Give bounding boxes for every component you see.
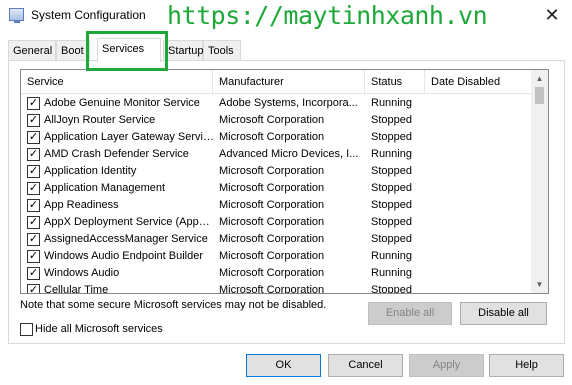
column-header-service[interactable]: Service	[21, 70, 213, 94]
service-row[interactable]: ✓ Cellular Time Microsoft Corporation Stopp…	[21, 282, 533, 294]
tab-boot[interactable]: Boot	[56, 40, 90, 61]
service-checkbox[interactable]: ✓	[27, 131, 40, 144]
service-name: Windows Audio	[44, 267, 120, 279]
service-name: AppX Deployment Service (AppX...	[44, 216, 214, 228]
service-status: Stopped	[371, 182, 412, 194]
service-status: Stopped	[371, 233, 412, 245]
vertical-scrollbar[interactable]: ▲ ▼	[531, 70, 548, 293]
scroll-up-icon[interactable]: ▲	[531, 70, 548, 87]
service-rows: ✓ Adobe Genuine Monitor Service Adobe Syst…	[21, 95, 533, 294]
title-bar: System Configuration https://maytinhxanh…	[0, 0, 572, 32]
column-header-manufacturer[interactable]: Manufacturer	[213, 70, 365, 94]
service-checkbox[interactable]: ✓	[27, 148, 40, 161]
service-manufacturer: Microsoft Corporation	[219, 182, 325, 194]
tab-services[interactable]: Services	[97, 38, 161, 62]
close-button[interactable]: ✕	[540, 4, 564, 26]
service-name: Windows Audio Endpoint Builder	[44, 250, 203, 262]
service-name: AllJoyn Router Service	[44, 114, 156, 126]
service-status: Stopped	[371, 216, 412, 228]
service-name: AMD Crash Defender Service	[44, 148, 189, 160]
msconfig-icon	[9, 8, 24, 23]
service-row[interactable]: ✓ AssignedAccessManager Service Microsoft …	[21, 231, 533, 248]
service-row[interactable]: ✓ AllJoyn Router Service Microsoft Corpora…	[21, 112, 533, 129]
service-manufacturer: Microsoft Corporation	[219, 284, 325, 294]
service-row[interactable]: ✓ Application Management Microsoft Corpora…	[21, 180, 533, 197]
service-name: Application Layer Gateway Service	[44, 131, 214, 143]
service-row[interactable]: ✓ AppX Deployment Service (AppX... Microso…	[21, 214, 533, 231]
service-checkbox[interactable]: ✓	[27, 233, 40, 246]
help-button[interactable]: Help	[489, 354, 564, 377]
tab-tools[interactable]: Tools	[203, 40, 241, 61]
service-row[interactable]: ✓ Adobe Genuine Monitor Service Adobe Syst…	[21, 95, 533, 112]
tab-startup[interactable]: Startup	[163, 40, 203, 61]
service-row[interactable]: ✓ Windows Audio Endpoint Builder Microsoft…	[21, 248, 533, 265]
service-manufacturer: Microsoft Corporation	[219, 114, 325, 126]
service-manufacturer: Adobe Systems, Incorpora...	[219, 97, 358, 109]
cancel-button[interactable]: Cancel	[328, 354, 403, 377]
hide-ms-services-checkbox[interactable]	[20, 323, 33, 336]
service-manufacturer: Microsoft Corporation	[219, 165, 325, 177]
service-checkbox[interactable]: ✓	[27, 165, 40, 178]
service-checkbox[interactable]: ✓	[27, 97, 40, 110]
service-manufacturer: Advanced Micro Devices, I...	[219, 148, 359, 160]
service-row[interactable]: ✓ Application Layer Gateway Service Micros…	[21, 129, 533, 146]
service-status: Running	[371, 267, 412, 279]
service-row[interactable]: ✓ Windows Audio Microsoft Corporation Runni…	[21, 265, 533, 282]
service-status: Stopped	[371, 165, 412, 177]
disable-all-button[interactable]: Disable all	[460, 302, 547, 325]
service-status: Stopped	[371, 114, 412, 126]
service-name: Adobe Genuine Monitor Service	[44, 97, 200, 109]
service-row[interactable]: ✓ Application Identity Microsoft Corporati…	[21, 163, 533, 180]
enable-all-button[interactable]: Enable all	[368, 302, 452, 325]
watermark-url: https://maytinhxanh.vn	[167, 1, 488, 30]
service-checkbox[interactable]: ✓	[27, 199, 40, 212]
service-name: App Readiness	[44, 199, 119, 211]
service-status: Stopped	[371, 284, 412, 294]
scrollbar-thumb[interactable]	[535, 87, 544, 104]
hide-ms-services-label: Hide all Microsoft services	[35, 323, 163, 335]
service-name: AssignedAccessManager Service	[44, 233, 208, 245]
service-checkbox[interactable]: ✓	[27, 182, 40, 195]
service-manufacturer: Microsoft Corporation	[219, 233, 325, 245]
service-checkbox[interactable]: ✓	[27, 284, 40, 293]
scroll-down-icon[interactable]: ▼	[531, 276, 548, 293]
tab-general[interactable]: General	[8, 40, 56, 61]
service-manufacturer: Microsoft Corporation	[219, 250, 325, 262]
service-checkbox[interactable]: ✓	[27, 114, 40, 127]
service-manufacturer: Microsoft Corporation	[219, 216, 325, 228]
service-name: Cellular Time	[44, 284, 109, 294]
service-status: Running	[371, 148, 412, 160]
service-manufacturer: Microsoft Corporation	[219, 199, 325, 211]
column-header-date-disabled[interactable]: Date Disabled	[425, 70, 533, 94]
service-checkbox[interactable]: ✓	[27, 267, 40, 280]
ok-button[interactable]: OK	[246, 354, 321, 377]
services-list[interactable]: Service Manufacturer Status Date Disable…	[20, 69, 549, 294]
service-status: Running	[371, 250, 412, 262]
secure-services-note: Note that some secure Microsoft services…	[20, 299, 327, 311]
service-manufacturer: Microsoft Corporation	[219, 131, 325, 143]
service-status: Stopped	[371, 199, 412, 211]
service-checkbox[interactable]: ✓	[27, 216, 40, 229]
service-name: Application Management	[44, 182, 166, 194]
service-manufacturer: Microsoft Corporation	[219, 267, 325, 279]
service-status: Running	[371, 97, 412, 109]
list-header: Service Manufacturer Status Date Disable…	[21, 70, 533, 94]
tab-strip: General Boot Services Startup Tools	[8, 38, 564, 62]
window-title: System Configuration	[31, 8, 146, 22]
service-row[interactable]: ✓ App Readiness Microsoft Corporation Stopp…	[21, 197, 533, 214]
service-status: Stopped	[371, 131, 412, 143]
service-checkbox[interactable]: ✓	[27, 250, 40, 263]
apply-button[interactable]: Apply	[409, 354, 484, 377]
column-header-status[interactable]: Status	[365, 70, 425, 94]
service-name: Application Identity	[44, 165, 137, 177]
service-row[interactable]: ✓ AMD Crash Defender Service Advanced Micr…	[21, 146, 533, 163]
